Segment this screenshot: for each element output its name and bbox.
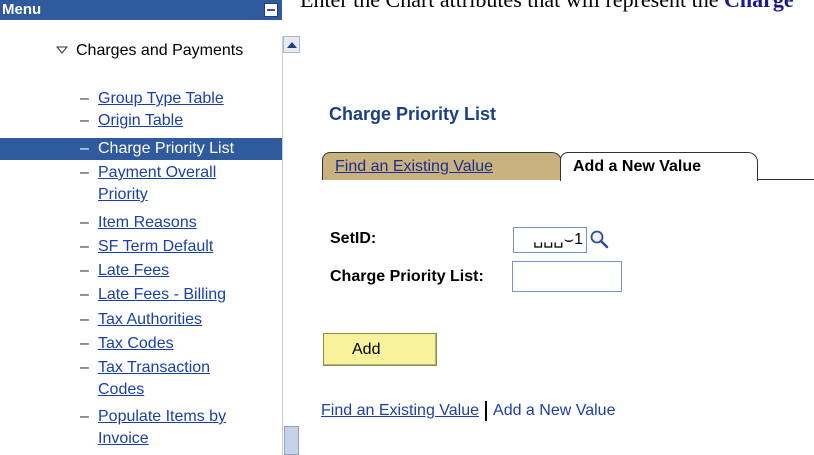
scrollbar-thumb[interactable] (284, 426, 299, 455)
menu-item-link[interactable]: Populate Items by Invoice (98, 408, 226, 447)
menu-item-link[interactable]: Tax Transaction Codes (98, 359, 210, 398)
menu-pane: Menu Charges and Payments – Group Type Ta… (0, 0, 282, 455)
search-tabs: Find an Existing Value Add a New Value (322, 150, 814, 182)
setid-field[interactable]: ␣␣␣⌣1 (513, 227, 587, 253)
charge-priority-list-label: Charge Priority List: (330, 268, 484, 285)
menu-item-link[interactable]: Group Type Table (98, 90, 224, 107)
menu-item-link[interactable]: Origin Table (98, 112, 183, 129)
page-title: Charge Priority List (329, 104, 497, 124)
menu-item-link[interactable]: SF Term Default (98, 238, 213, 255)
menu-item-tax-transaction-codes[interactable]: – Tax Transaction Codes (80, 357, 258, 401)
menu-item-link[interactable]: Late Fees (98, 262, 169, 279)
menu-title: Menu (2, 1, 42, 18)
find-existing-value-link[interactable]: Find an Existing Value (321, 402, 479, 419)
menu-item-link[interactable]: Late Fees - Billing (98, 286, 226, 303)
menu-item-sf-term-default[interactable]: – SF Term Default (80, 236, 213, 258)
menu-item-dash: – (80, 90, 89, 107)
menu-item-populate-items-by-invoice[interactable]: – Populate Items by Invoice (80, 406, 258, 450)
menu-item-group-type-table[interactable]: – Group Type Table (80, 88, 224, 110)
link-separator (485, 401, 488, 421)
menu-item-origin-table[interactable]: – Origin Table (80, 110, 183, 132)
menu-item-item-reasons[interactable]: – Item Reasons (80, 212, 197, 234)
charge-priority-list-field[interactable] (512, 261, 622, 292)
magnifier-icon[interactable] (589, 229, 609, 249)
add-button[interactable]: Add (323, 333, 437, 366)
menu-item-late-fees[interactable]: – Late Fees (80, 260, 169, 282)
tab-add-label: Add a New Value (573, 158, 702, 175)
menu-item-link[interactable]: Tax Codes (98, 335, 174, 352)
bottom-links: Find an Existing Value Add a New Value (321, 401, 615, 421)
menu-item-link[interactable]: Charge Priority List (98, 140, 234, 157)
menu-section-label: Charges and Payments (76, 42, 244, 59)
tab-add-new-value[interactable]: Add a New Value (560, 152, 758, 181)
menu-header: Menu (0, 0, 282, 20)
setid-label: SetID: (330, 230, 377, 247)
chevron-up-icon[interactable] (283, 36, 300, 53)
add-new-value-link[interactable]: Add a New Value (493, 402, 615, 419)
top-caption-text: Enter the Chart attributes that will rep… (300, 0, 724, 12)
menu-item-link[interactable]: Payment Overall Priority (98, 164, 216, 203)
menu-item-charge-priority-list[interactable]: – Charge Priority List (0, 138, 282, 160)
menu-item-payment-overall-priority[interactable]: – Payment Overall Priority (80, 162, 258, 206)
tab-find-existing-value[interactable]: Find an Existing Value (322, 152, 562, 180)
minus-icon[interactable] (264, 3, 278, 17)
menu-scrollbar[interactable] (282, 36, 300, 455)
menu-item-tax-codes[interactable]: – Tax Codes (80, 333, 174, 355)
tab-find-label[interactable]: Find an Existing Value (335, 158, 493, 175)
menu-item-late-fees-billing[interactable]: – Late Fees - Billing (80, 284, 226, 306)
triangle-down-icon[interactable] (55, 40, 69, 70)
menu-item-tax-authorities[interactable]: – Tax Authorities (80, 309, 202, 331)
top-caption-bold: Charge (724, 0, 794, 12)
menu-item-link[interactable]: Item Reasons (98, 214, 197, 231)
menu-item-link[interactable]: Tax Authorities (98, 311, 202, 328)
